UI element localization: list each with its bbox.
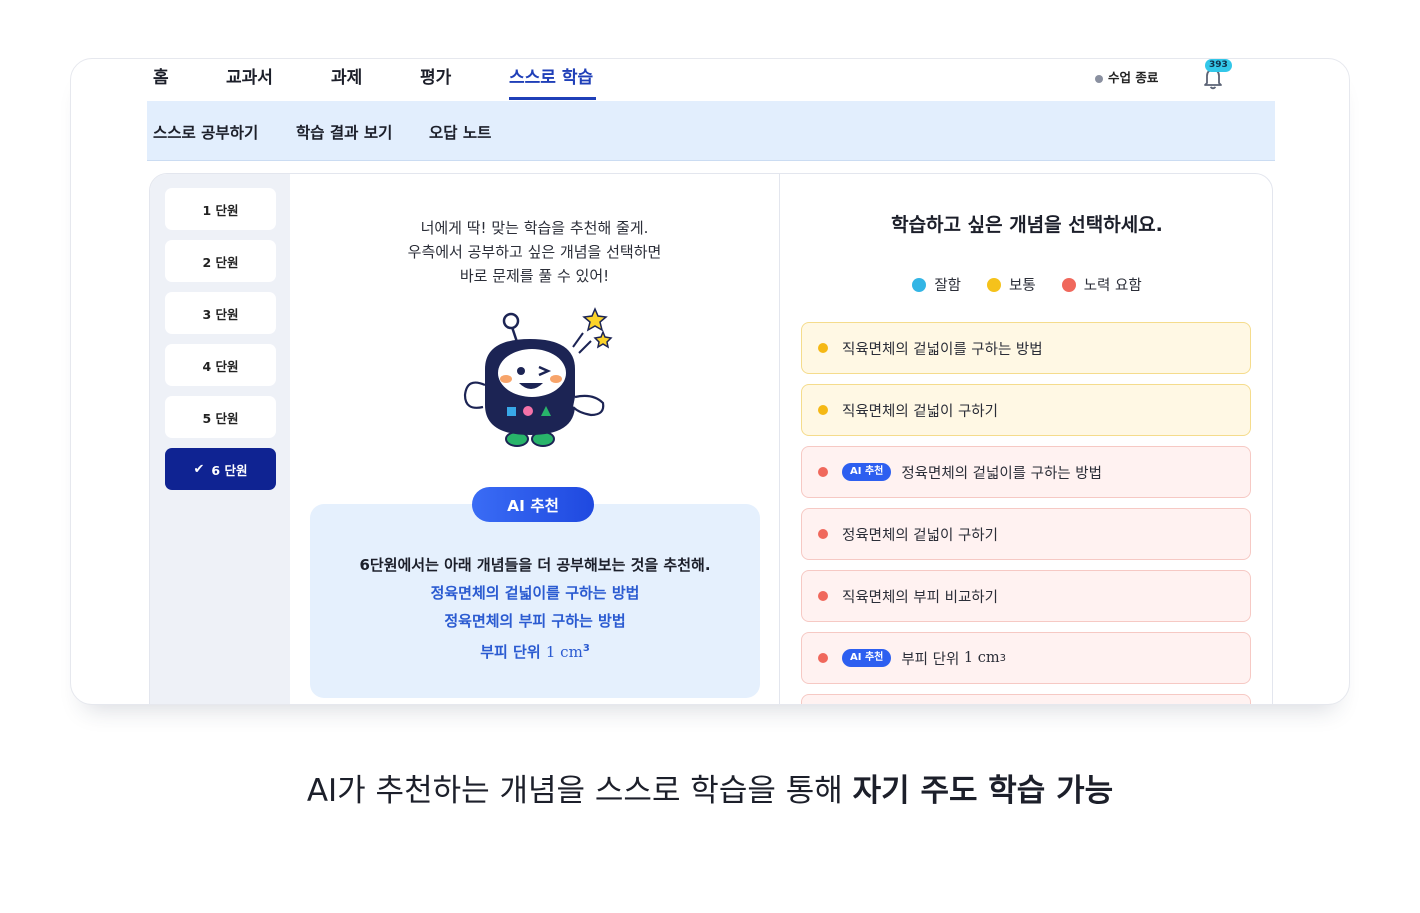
class-end-label: 수업 종료 xyxy=(1108,70,1159,85)
concept-item[interactable]: 직육면체의 부피 비교하기 xyxy=(801,570,1251,622)
recommended-concept[interactable]: 정육면체의 겉넓이를 구하는 방법 xyxy=(310,583,760,603)
unit-1-button[interactable]: 1 단원 xyxy=(165,188,276,230)
concept-label: 정육면체의 겉넓이 구하기 xyxy=(842,527,998,544)
unit-label: 5 단원 xyxy=(202,410,239,426)
app-window: 홈 교과서 과제 평가 스스로 학습 수업 종료 393 스스로 공부하기 학습… xyxy=(70,58,1350,705)
tab-assignment[interactable]: 과제 xyxy=(331,63,362,88)
unit-6-button[interactable]: ✔ 6 단원 xyxy=(165,448,276,490)
subnav-self-study[interactable]: 스스로 공부하기 xyxy=(153,121,258,143)
unit-label: 4 단원 xyxy=(202,358,239,374)
legend-item-needs-effort: 노력 요함 xyxy=(1061,274,1142,295)
tab-home[interactable]: 홈 xyxy=(153,63,169,88)
unit-label: 3 단원 xyxy=(202,306,239,322)
exponent: 3 xyxy=(582,643,590,654)
concept-item[interactable]: AI 추천 부피 단위 1 cm 3 xyxy=(801,632,1251,684)
unit-label: 6 단원 xyxy=(211,462,248,478)
unit-sidebar: 1 단원 2 단원 3 단원 4 단원 5 단원 ✔ 6 단원 xyxy=(150,174,290,704)
legend-dot xyxy=(1061,277,1076,292)
legend-dot xyxy=(987,277,1002,292)
ai-recommend-tag: AI 추천 xyxy=(842,463,892,481)
legend-label: 보통 xyxy=(1009,278,1036,294)
level-dot xyxy=(818,591,828,601)
recommended-concept-text: 부피 단위 xyxy=(480,643,541,661)
intro-message: 너에게 딱! 맞는 학습을 추천해 줄게. 우측에서 공부하고 싶은 개념을 선… xyxy=(290,216,779,288)
feature-caption: AI가 추천하는 개념을 스스로 학습을 통해 자기 주도 학습 가능 xyxy=(0,765,1420,810)
concept-item[interactable]: 직육면체의 겉넓이를 구하는 방법 xyxy=(801,322,1251,374)
unit-4-button[interactable]: 4 단원 xyxy=(165,344,276,386)
tab-textbook[interactable]: 교과서 xyxy=(226,63,273,88)
unit-3-button[interactable]: 3 단원 xyxy=(165,292,276,334)
ai-recommend-tag: AI 추천 xyxy=(842,649,892,667)
legend-item-normal: 보통 xyxy=(987,274,1036,295)
legend-label: 잘함 xyxy=(934,278,962,294)
top-navigation: 홈 교과서 과제 평가 스스로 학습 수업 종료 393 xyxy=(147,59,1275,101)
concept-item[interactable]: AI 추천 정육면체의 겉넓이를 구하는 방법 xyxy=(801,446,1251,498)
check-icon: ✔ xyxy=(193,461,205,477)
concept-panel-title: 학습하고 싶은 개념을 선택하세요. xyxy=(891,214,1163,236)
recommendation-panel: 너에게 딱! 맞는 학습을 추천해 줄게. 우측에서 공부하고 싶은 개념을 선… xyxy=(290,174,780,704)
legend-dot xyxy=(912,277,927,292)
concept-label: 직육면체의 부피 비교하기 xyxy=(842,589,998,606)
concept-label: 직육면체의 겉넓이를 구하는 방법 xyxy=(842,341,1043,358)
concept-label: 부피 단위 xyxy=(901,651,960,668)
recommended-concept-math: 1 cm xyxy=(545,643,583,661)
level-dot xyxy=(818,653,828,663)
unit-2-button[interactable]: 2 단원 xyxy=(165,240,276,282)
class-end-button[interactable]: 수업 종료 xyxy=(1095,67,1158,86)
concept-math: 1 cm xyxy=(963,650,1000,666)
level-dot xyxy=(818,529,828,539)
status-dot xyxy=(1095,74,1103,83)
concept-label: 정육면체의 겉넓이를 구하는 방법 xyxy=(901,465,1102,482)
ai-recommend-badge: AI 추천 xyxy=(472,487,594,522)
intro-line: 바로 문제를 풀 수 있어! xyxy=(459,267,610,285)
tab-evaluation[interactable]: 평가 xyxy=(420,63,451,88)
subnav-results[interactable]: 학습 결과 보기 xyxy=(296,121,392,143)
concept-label: 직육면체의 겉넓이 구하기 xyxy=(842,403,998,420)
legend-item-good: 잘함 xyxy=(912,274,961,295)
sub-navigation: 스스로 공부하기 학습 결과 보기 오답 노트 xyxy=(147,101,1275,161)
subnav-wrong-notes[interactable]: 오답 노트 xyxy=(429,121,491,143)
caption-emphasis: 자기 주도 학습 가능 xyxy=(852,773,1114,809)
level-dot xyxy=(818,405,828,415)
caption-text: AI가 추천하는 개념을 스스로 학습을 통해 xyxy=(306,773,853,809)
concept-item[interactable]: 직육면체의 겉넓이 구하기 xyxy=(801,384,1251,436)
recommended-concept[interactable]: 정육면체의 부피 구하는 방법 xyxy=(310,611,760,631)
recommendation-title: 6단원에서는 아래 개념들을 더 공부해보는 것을 추천해. xyxy=(359,556,711,574)
unit-label: 2 단원 xyxy=(202,254,239,270)
unit-label: 1 단원 xyxy=(202,202,239,218)
exponent: 3 xyxy=(999,652,1007,664)
active-tab-indicator xyxy=(509,97,596,100)
level-dot xyxy=(818,343,828,353)
intro-line: 우측에서 공부하고 싶은 개념을 선택하면 xyxy=(407,243,662,261)
legend-label: 노력 요함 xyxy=(1083,278,1142,294)
recommendation-box: 6단원에서는 아래 개념들을 더 공부해보는 것을 추천해. 정육면체의 겉넓이… xyxy=(310,504,760,698)
notification-badge: 393 xyxy=(1205,59,1232,72)
concept-item-partial[interactable] xyxy=(801,694,1251,704)
level-legend: 잘함 보통 노력 요함 xyxy=(780,274,1272,295)
main-content: 1 단원 2 단원 3 단원 4 단원 5 단원 ✔ 6 단원 너에게 딱! 맞는… xyxy=(149,173,1273,704)
tab-self-study[interactable]: 스스로 학습 xyxy=(509,63,593,88)
concept-item[interactable]: 정육면체의 겉넓이 구하기 xyxy=(801,508,1251,560)
intro-line: 너에게 딱! 맞는 학습을 추천해 줄게. xyxy=(420,219,649,237)
concept-selection-panel: 학습하고 싶은 개념을 선택하세요. 잘함 보통 노력 요함 직육면체의 겉넓이… xyxy=(780,174,1272,704)
recommended-concept[interactable]: 부피 단위 1 cm3 xyxy=(310,639,760,662)
unit-5-button[interactable]: 5 단원 xyxy=(165,396,276,438)
level-dot xyxy=(818,467,828,477)
robot-mascot-image xyxy=(463,307,613,447)
